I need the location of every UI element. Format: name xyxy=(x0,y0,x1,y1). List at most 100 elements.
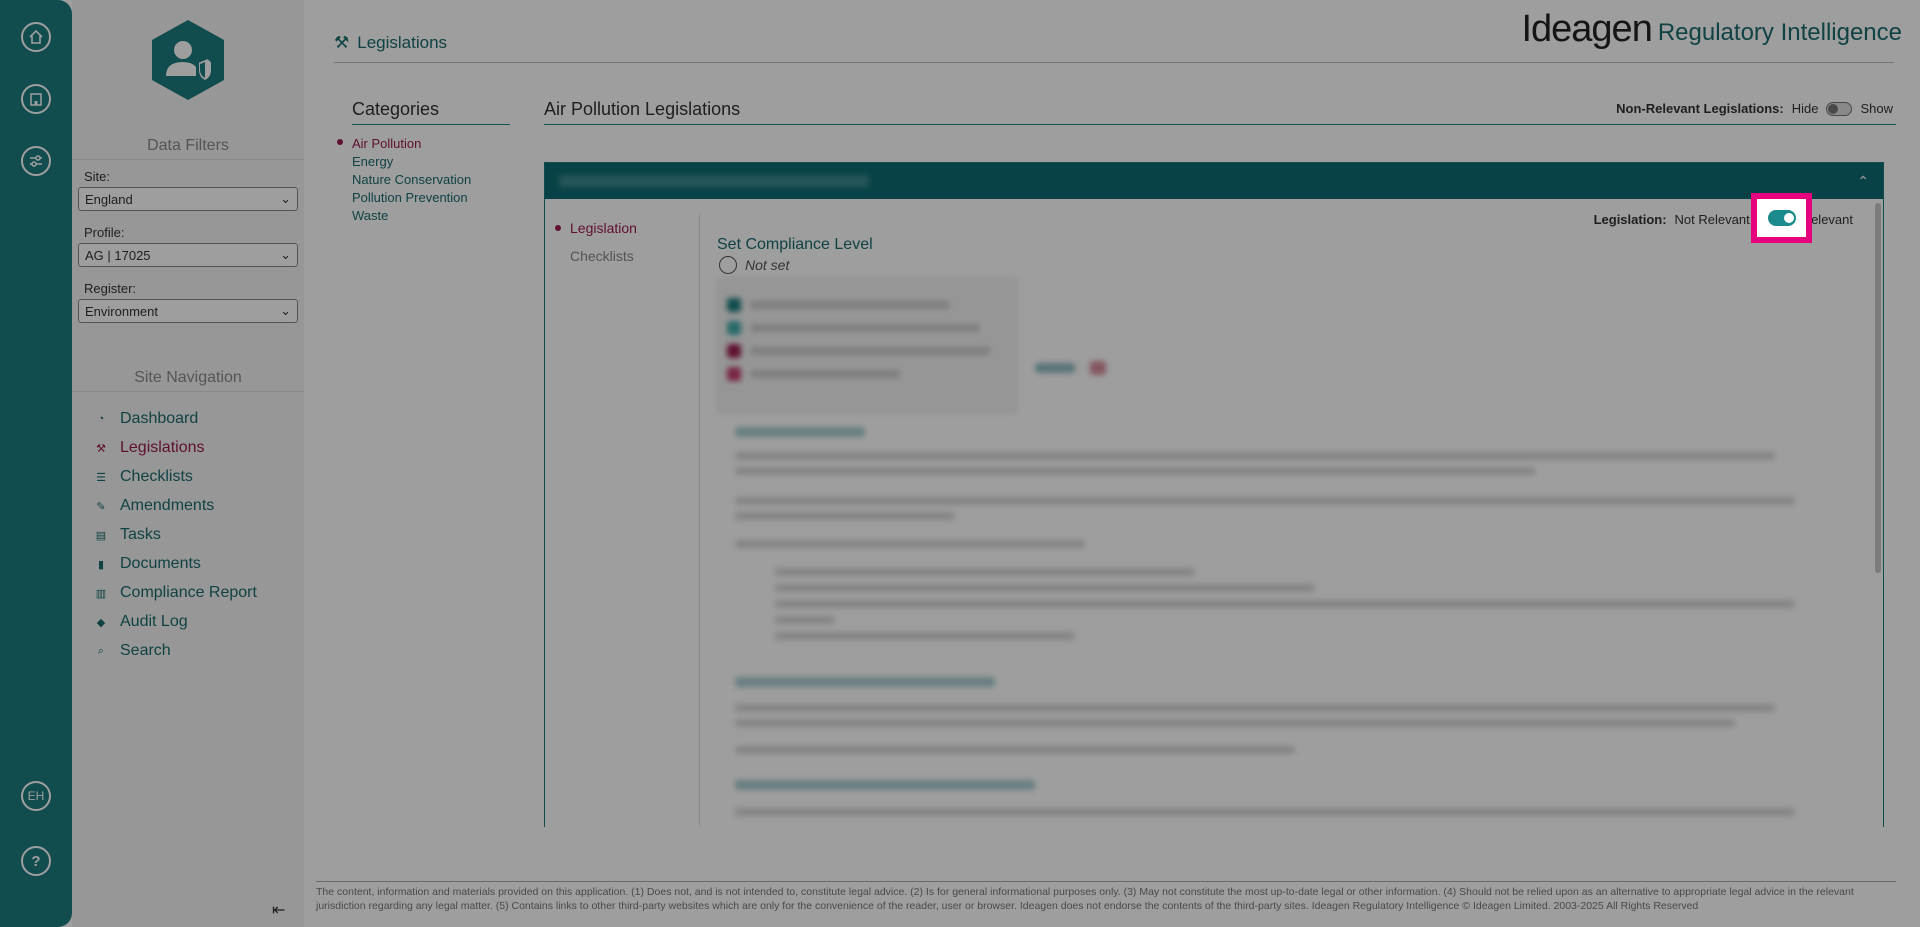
redacted-link xyxy=(1035,363,1075,373)
gavel-icon: ⚒ xyxy=(96,442,106,455)
redacted-text xyxy=(735,467,1535,475)
nav-audit-log[interactable]: ◆ Audit Log xyxy=(94,613,188,631)
category-pollution-prevention[interactable]: Pollution Prevention xyxy=(352,190,468,205)
chevron-down-icon: ⌄ xyxy=(280,247,291,262)
edit-icon: ✎ xyxy=(96,500,106,513)
gavel-icon: ⚒ xyxy=(334,33,350,52)
profile-select[interactable]: AG | 17025 ⌄ xyxy=(78,243,298,267)
site-navigation-heading: Site Navigation xyxy=(72,369,304,392)
register-label: Register: xyxy=(84,281,137,296)
legislations-heading: Air Pollution Legislations xyxy=(544,99,741,119)
not-relevant-label: Not Relevant xyxy=(1674,211,1750,227)
category-nature-conservation[interactable]: Nature Conservation xyxy=(352,172,471,187)
redacted-text xyxy=(735,540,1085,548)
redacted-text xyxy=(735,719,1735,727)
categories-divider xyxy=(352,124,510,125)
chevron-down-icon: ⌄ xyxy=(280,191,291,206)
list-icon: ☰ xyxy=(96,471,106,484)
legal-disclaimer: The content, information and materials p… xyxy=(316,886,1854,912)
redacted-heading xyxy=(735,780,1035,790)
nav-amendments[interactable]: ✎ Amendments xyxy=(94,497,214,515)
non-relevant-filter: Non-Relevant Legislations: Hide Show xyxy=(1616,101,1893,116)
redacted-heading xyxy=(735,677,995,687)
redacted-text xyxy=(775,568,1195,576)
register-select[interactable]: Environment ⌄ xyxy=(78,299,298,323)
home-icon[interactable] xyxy=(21,22,51,52)
redacted-text xyxy=(735,512,955,520)
subnav-legislation[interactable]: Legislation xyxy=(570,220,637,236)
site-select[interactable]: England ⌄ xyxy=(78,187,298,211)
app-rail: EH ? xyxy=(0,0,72,927)
redacted-text xyxy=(775,632,1075,640)
redacted-heading xyxy=(735,427,865,437)
sidebar: Data Filters Site: England ⌄ Profile: AG… xyxy=(72,0,304,927)
building-icon[interactable] xyxy=(21,84,51,114)
tags-icon: ◆ xyxy=(96,616,106,629)
active-category-marker xyxy=(337,139,343,145)
sliders-icon[interactable] xyxy=(21,146,51,176)
compliance-swatch xyxy=(727,344,741,358)
set-compliance-heading: Set Compliance Level xyxy=(717,236,873,253)
non-relevant-toggle[interactable] xyxy=(1826,101,1853,116)
nav-checklists[interactable]: ☰ Checklists xyxy=(94,468,193,486)
chart-icon: ▥ xyxy=(95,587,107,600)
redacted-text xyxy=(775,616,835,624)
categories-heading: Categories xyxy=(352,99,440,119)
nav-dashboard[interactable]: ◔ Dashboard xyxy=(94,410,199,428)
non-relevant-label: Non-Relevant Legislations: xyxy=(1616,101,1784,116)
nav-compliance-report[interactable]: ▥ Compliance Report xyxy=(94,584,257,602)
site-select-value: England xyxy=(85,191,133,207)
redacted-text xyxy=(775,600,1795,608)
chevron-up-icon[interactable]: ⌃ xyxy=(1857,173,1869,190)
profile-label: Profile: xyxy=(84,225,125,240)
main-content: ⚒ Legislations Ideagen Regulatory Intell… xyxy=(304,0,1920,927)
category-waste[interactable]: Waste xyxy=(352,208,388,223)
data-filters-heading: Data Filters xyxy=(72,137,304,160)
active-subnav-marker xyxy=(555,225,561,231)
category-air-pollution[interactable]: Air Pollution xyxy=(352,136,421,151)
document-icon: ▮ xyxy=(97,558,105,571)
compliance-logo-icon xyxy=(152,20,224,100)
category-energy[interactable]: Energy xyxy=(352,154,393,169)
help-icon[interactable]: ? xyxy=(21,846,51,876)
subnav-divider xyxy=(699,215,700,825)
redacted-text xyxy=(735,452,1775,460)
legislation-title-redacted xyxy=(559,175,869,187)
footer-divider xyxy=(316,881,1896,882)
nav-documents[interactable]: ▮ Documents xyxy=(94,555,201,573)
compliance-options-redacted xyxy=(717,278,1017,413)
collapse-sidebar-icon[interactable]: ⇤ xyxy=(272,900,285,920)
profile-select-value: AG | 17025 xyxy=(85,247,151,263)
redacted-text xyxy=(750,370,900,378)
brand-logo: Ideagen Regulatory Intelligence xyxy=(1521,8,1902,51)
page-title: ⚒ Legislations xyxy=(334,33,448,52)
legislation-label: Legislation: xyxy=(1593,211,1667,227)
compliance-swatch xyxy=(727,321,741,335)
search-icon: ⌕ xyxy=(97,644,105,657)
nav-legislations[interactable]: ⚒ Legislations xyxy=(94,439,204,457)
radio-button[interactable] xyxy=(719,256,737,274)
subnav-checklists[interactable]: Checklists xyxy=(570,248,634,264)
chevron-down-icon: ⌄ xyxy=(280,303,291,318)
site-label: Site: xyxy=(84,169,111,184)
not-set-option[interactable]: Not set xyxy=(719,256,789,274)
redacted-text xyxy=(750,324,980,332)
redacted-text xyxy=(775,584,1315,592)
redacted-icon xyxy=(1090,361,1106,375)
brand-name: Ideagen xyxy=(1521,8,1652,50)
redacted-text xyxy=(750,347,990,355)
redacted-text xyxy=(735,808,1795,816)
nav-search[interactable]: ⌕ Search xyxy=(94,642,171,660)
legislation-panel: ⌃ Legislation Checklists Legislation: No… xyxy=(544,162,1884,827)
legislations-divider xyxy=(544,124,1896,125)
hide-label: Hide xyxy=(1791,101,1819,116)
show-label: Show xyxy=(1860,101,1893,116)
user-avatar[interactable]: EH xyxy=(21,781,51,811)
nav-tasks[interactable]: ▤ Tasks xyxy=(94,526,161,544)
legislation-panel-header[interactable]: ⌃ xyxy=(545,163,1883,199)
tour-highlight-frame xyxy=(1751,193,1812,243)
dashboard-icon: ◔ xyxy=(97,413,105,425)
header-divider xyxy=(334,62,1894,63)
register-select-value: Environment xyxy=(85,303,158,319)
panel-scrollbar[interactable] xyxy=(1875,203,1881,573)
